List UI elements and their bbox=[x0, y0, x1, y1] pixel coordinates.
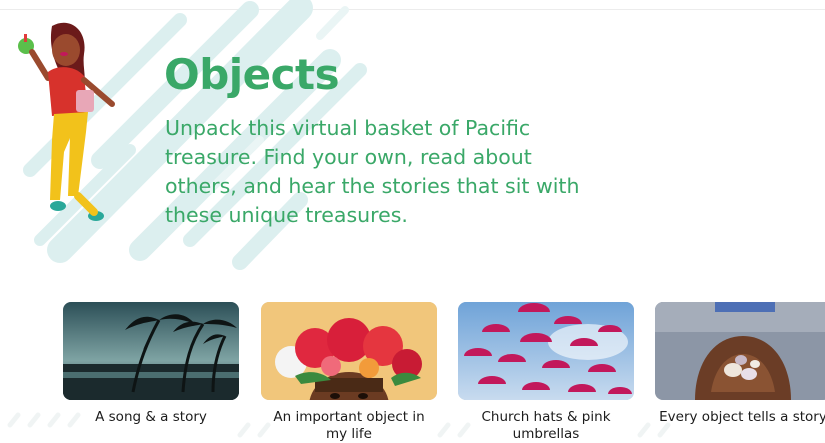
top-divider bbox=[0, 9, 825, 10]
palm-trees-sunset-photo[interactable] bbox=[63, 302, 239, 400]
card-caption[interactable]: A song & a story bbox=[63, 409, 239, 426]
page-description: Unpack this virtual basket of Pacific tr… bbox=[165, 116, 580, 227]
card-caption[interactable]: Church hats & pink umbrellas bbox=[458, 409, 634, 443]
shells-in-hands-photo[interactable] bbox=[655, 302, 825, 400]
card-a-song-and-a-story[interactable]: A song & a story bbox=[63, 302, 239, 426]
card-caption[interactable]: Every object tells a story bbox=[655, 409, 825, 426]
pink-umbrellas-photo[interactable] bbox=[458, 302, 634, 400]
card-every-object[interactable]: Every object tells a story bbox=[655, 302, 825, 426]
object-cards: A song & a story An important object in … bbox=[0, 302, 825, 443]
card-church-hats[interactable]: Church hats & pink umbrellas bbox=[458, 302, 634, 443]
flower-crown-photo[interactable] bbox=[261, 302, 437, 400]
card-caption[interactable]: An important object in my life bbox=[261, 409, 437, 443]
card-an-important-object[interactable]: An important object in my life bbox=[261, 302, 437, 443]
character-illustration bbox=[18, 22, 115, 221]
page-title: Objects bbox=[164, 50, 340, 99]
